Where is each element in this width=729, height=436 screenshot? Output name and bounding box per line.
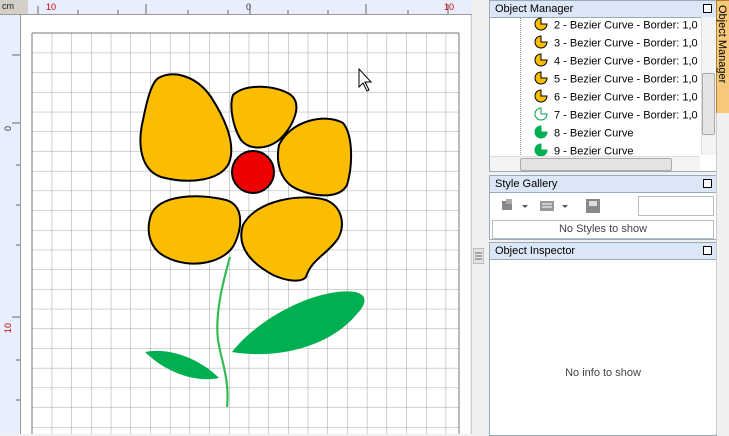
scrollbar-thumb[interactable] xyxy=(520,158,672,171)
object-list-item[interactable]: 5 - Bezier Curve - Border: 1,0 xyxy=(534,71,698,89)
panel-restore-icon[interactable] xyxy=(703,246,712,255)
vertical-ruler[interactable]: 0 10 xyxy=(0,15,21,434)
bezier-orange-icon xyxy=(534,89,548,106)
flower-center[interactable] xyxy=(231,150,275,194)
object-manager-title: Object Manager xyxy=(495,3,574,15)
object-list-item[interactable]: 2 - Bezier Curve - Border: 1,0 xyxy=(534,17,698,35)
object-list-item[interactable]: 3 - Bezier Curve - Border: 1,0 xyxy=(534,35,698,53)
bezier-orange-icon xyxy=(534,35,548,52)
object-list-item-label: 8 - Bezier Curve xyxy=(554,127,634,140)
style-gallery-header: Style Gallery xyxy=(490,176,716,193)
object-inspector-title: Object Inspector xyxy=(495,245,576,257)
bezier-orange-icon xyxy=(534,71,548,88)
object-manager-horizontal-scrollbar[interactable] xyxy=(490,156,700,171)
ruler-unit: cm xyxy=(2,1,14,11)
object-list-item-label: 5 - Bezier Curve - Border: 1,0 xyxy=(554,73,698,86)
drawing-canvas[interactable] xyxy=(21,15,470,434)
ruler-label: 0 xyxy=(3,125,13,131)
object-manager-panel: Object Manager 2 - Bezier Curve - Border… xyxy=(489,0,717,172)
petal-bottom-left[interactable] xyxy=(147,195,242,265)
bezier-green-icon xyxy=(534,125,548,142)
apply-style-button[interactable] xyxy=(500,197,534,215)
ruler-label: 10 xyxy=(3,322,13,333)
no-info-message: No info to show xyxy=(565,367,641,379)
bezier-outline-icon xyxy=(534,107,548,124)
style-gallery-panel: Style Gallery No Styles to show xyxy=(489,175,717,240)
object-list-item-label: 6 - Bezier Curve - Border: 1,0 xyxy=(554,91,698,104)
style-search-field[interactable] xyxy=(638,196,714,216)
ruler-corner: cm xyxy=(0,0,28,15)
ruler-label: 10 xyxy=(444,2,455,12)
side-tab-label: Object Manager xyxy=(716,5,728,84)
tree-guide-line xyxy=(520,17,521,167)
ruler-label: 10 xyxy=(46,2,57,12)
scrollbar-thumb[interactable] xyxy=(702,73,715,135)
object-inspector-panel: Object Inspector No info to show xyxy=(489,242,717,436)
horizontal-ruler[interactable]: 10 0 10 xyxy=(28,0,472,15)
no-styles-message: No Styles to show xyxy=(492,220,714,239)
object-manager-side-tab[interactable]: Object Manager xyxy=(716,0,729,114)
object-list-item[interactable]: 6 - Bezier Curve - Border: 1,0 xyxy=(534,89,698,107)
object-list-item[interactable]: 4 - Bezier Curve - Border: 1,0 xyxy=(534,53,698,71)
bezier-orange-icon xyxy=(534,17,548,34)
object-list-item-label: 2 - Bezier Curve - Border: 1,0 xyxy=(554,19,698,32)
object-list-item-label: 3 - Bezier Curve - Border: 1,0 xyxy=(554,37,698,50)
object-list-item-label: 7 - Bezier Curve - Border: 1,0 xyxy=(554,109,698,122)
panel-restore-icon[interactable] xyxy=(703,4,712,13)
save-style-button[interactable] xyxy=(584,197,606,215)
ruler-label: 0 xyxy=(246,2,252,12)
object-manager-vertical-scrollbar[interactable] xyxy=(701,17,716,155)
object-list-item-label: 4 - Bezier Curve - Border: 1,0 xyxy=(554,55,698,68)
object-manager-header: Object Manager xyxy=(490,1,716,18)
bezier-orange-icon xyxy=(534,53,548,70)
style-list-button[interactable] xyxy=(538,197,574,215)
side-tab-strip xyxy=(716,113,729,434)
object-list-item[interactable]: 7 - Bezier Curve - Border: 1,0 xyxy=(534,107,698,125)
panel-restore-icon[interactable] xyxy=(703,179,712,188)
object-list-item[interactable]: 8 - Bezier Curve xyxy=(534,125,633,143)
canvas-vertical-scrollbar[interactable] xyxy=(471,15,488,434)
object-inspector-header: Object Inspector xyxy=(490,243,716,260)
style-gallery-title: Style Gallery xyxy=(495,178,558,190)
splitter-grip-icon[interactable] xyxy=(473,248,484,264)
